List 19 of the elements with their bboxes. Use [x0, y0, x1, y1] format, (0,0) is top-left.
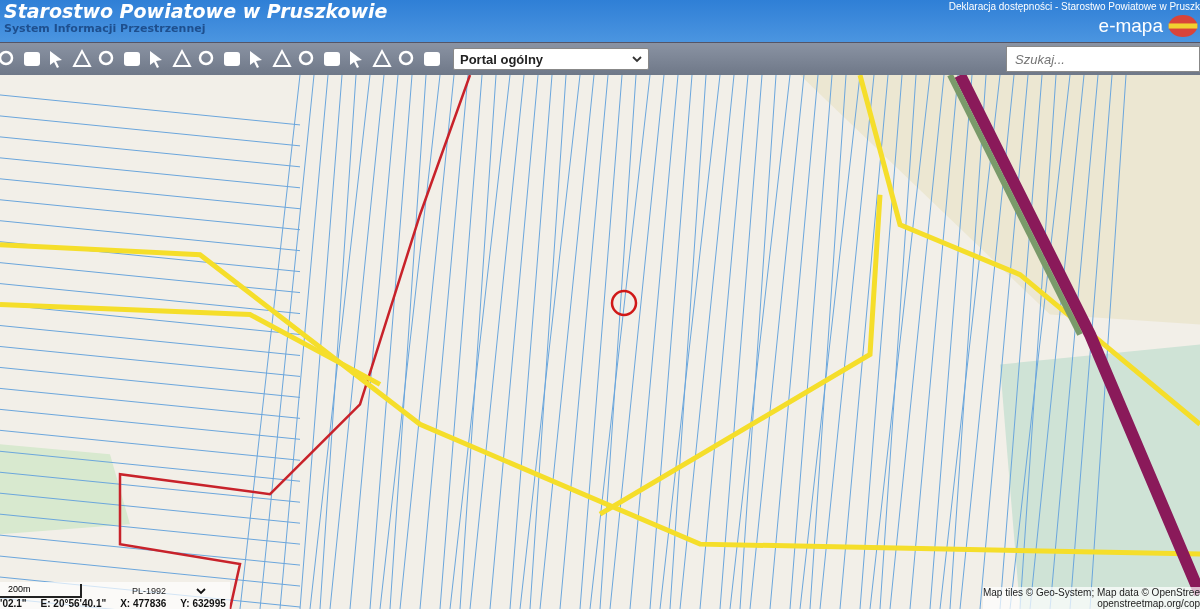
location-marker-icon	[610, 289, 638, 317]
coordinate-text: '02.1"	[0, 598, 27, 609]
coordinate-text: E: 20°56'40.1"	[40, 598, 107, 609]
chevron-icon	[632, 55, 642, 63]
attribution-text: Map tiles © Geo-System; Map data © OpenStree	[982, 587, 1200, 598]
map-drawing[interactable]	[0, 75, 1200, 609]
app-subtitle: System Informacji Przestrzennej	[4, 22, 207, 35]
attribution-text: openstreetmap.org/cop	[1097, 598, 1200, 609]
portal-select[interactable]: Portal ogólny	[453, 48, 649, 70]
coordinate-text: Y: 632995	[180, 598, 226, 609]
app-title: Starostwo Powiatowe w Pruszkowie	[4, 0, 388, 22]
chevron-icon	[196, 587, 207, 595]
projection-select[interactable]: PL-1992	[132, 586, 207, 596]
globe-logo-icon	[1166, 15, 1200, 37]
search-field[interactable]: Szukaj...	[1006, 46, 1200, 72]
logo-text: e-mapa	[1098, 14, 1163, 38]
scale-label: 200m	[8, 584, 31, 594]
accessibility-link[interactable]: Deklaracja dostępności - Starostwo Powiatowe w Pruszk	[948, 1, 1200, 13]
coordinate-text: X: 477836	[120, 598, 167, 609]
